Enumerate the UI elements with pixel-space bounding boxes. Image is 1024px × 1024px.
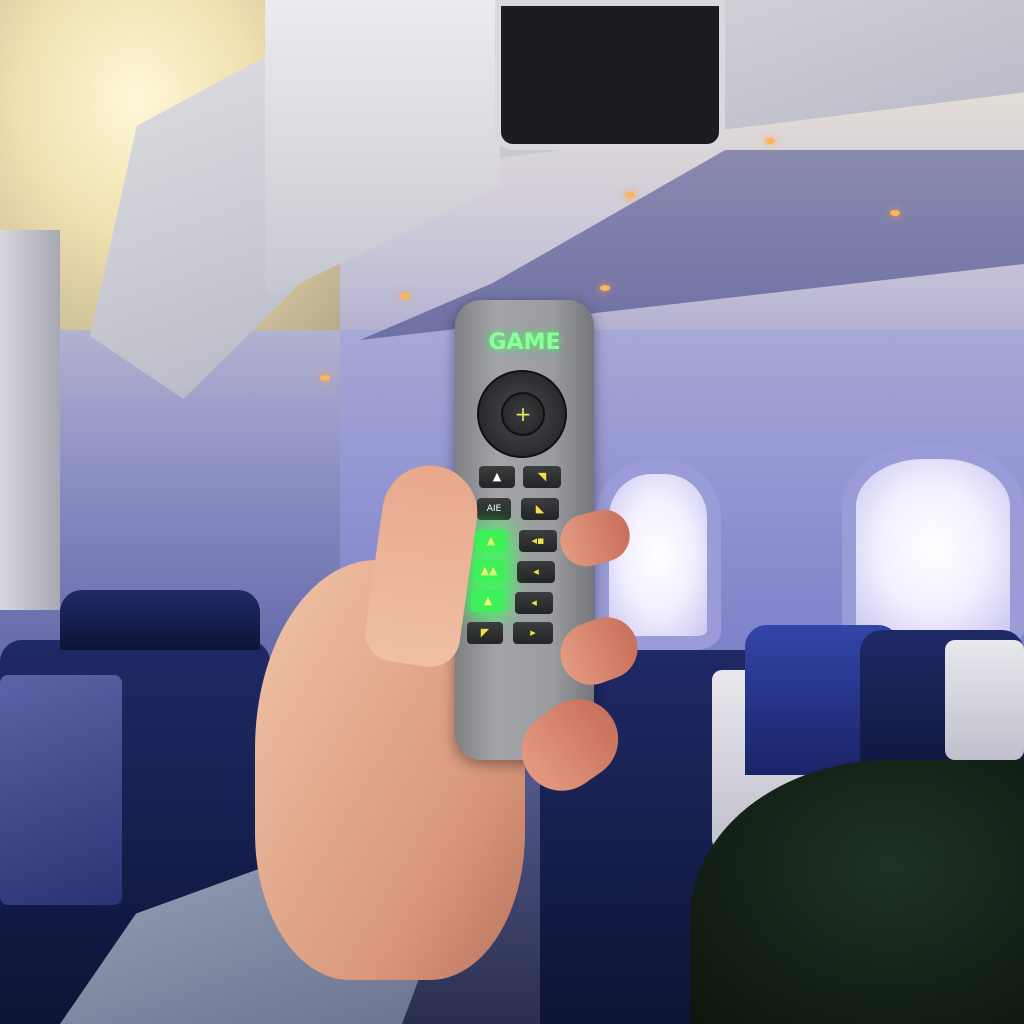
reading-light: [765, 138, 775, 144]
remote-button[interactable]: ◥: [523, 466, 561, 488]
galley-wall: [0, 230, 60, 610]
remote-button[interactable]: AIE: [477, 498, 511, 520]
remote-button[interactable]: ◂▪: [519, 530, 557, 552]
remote-button[interactable]: ▲: [479, 466, 515, 488]
remote-button[interactable]: ◂: [517, 561, 555, 583]
center-button[interactable]: +: [501, 392, 545, 436]
remote-label: GAME: [488, 330, 561, 355]
overhead-bin-door: [265, 0, 500, 300]
seatback-screen: [0, 675, 122, 905]
remote-button[interactable]: ▸: [513, 622, 553, 644]
overhead-monitor: [495, 0, 725, 150]
headrest-cover: [945, 640, 1024, 760]
reading-light: [320, 375, 330, 381]
remote-button-lit[interactable]: ▲: [475, 530, 507, 552]
seat-back: [60, 590, 260, 650]
reading-light: [600, 285, 610, 291]
remote-button[interactable]: ◂: [515, 592, 553, 614]
dpad-ring[interactable]: +: [477, 370, 567, 458]
airplane-cabin-scene: GAME + ▲ ◥ AIE ◣ ▲ ◂▪ ▲▲ ◂ ▲ ◂ ◤ ▸: [0, 0, 1024, 1024]
remote-button[interactable]: ◣: [521, 498, 559, 520]
reading-light: [625, 192, 635, 198]
remote-button-lit[interactable]: ▲: [471, 590, 505, 612]
reading-light: [400, 293, 410, 299]
remote-button-lit[interactable]: ▲▲: [473, 560, 505, 582]
window: [842, 445, 1024, 650]
reading-light: [890, 210, 900, 216]
remote-button[interactable]: ◤: [467, 622, 503, 644]
